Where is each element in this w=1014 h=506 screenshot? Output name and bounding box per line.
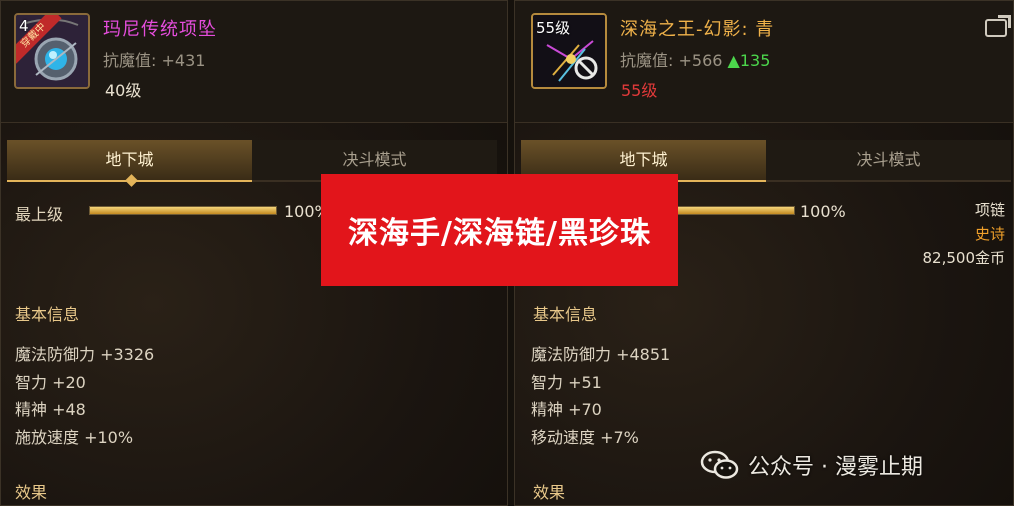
- item-level: 40级: [105, 81, 142, 100]
- stat-magic-defense: 魔法防御力 +3326: [15, 345, 155, 364]
- tab-dungeon-label: 地下城: [619, 150, 668, 169]
- stat-magic-defense: 魔法防御力 +4851: [531, 345, 671, 364]
- stats-list: 魔法防御力 +3326 智力 +20 精神 +48 施放速度 +10%: [15, 341, 154, 451]
- tab-pvp-label: 决斗模式: [342, 150, 407, 169]
- item-name: 玛尼传统项坠: [103, 19, 217, 40]
- effect-title: 效果: [533, 483, 566, 502]
- item-level: 55级: [621, 81, 658, 100]
- stat-spirit: 精神 +70: [531, 400, 602, 419]
- tab-pvp[interactable]: 决斗模式: [766, 140, 1011, 182]
- banner-text: 深海手/深海链/黑珍珠: [348, 216, 651, 251]
- wechat-icon: [700, 450, 739, 479]
- basic-info-title: 基本信息: [533, 305, 598, 324]
- watermark-text: 公众号 · 漫雾止期: [748, 455, 923, 480]
- grade-progress-fill: [90, 207, 276, 214]
- stat-move-speed: 移动速度 +7%: [531, 427, 639, 447]
- item-slot: 项链: [974, 201, 1005, 219]
- item-price: 82,500金币: [922, 249, 1006, 267]
- grade-label: 最上级: [15, 205, 64, 224]
- active-tab-indicator: [125, 174, 138, 187]
- resist-row: 抗魔值: +566 ▲135: [620, 47, 770, 71]
- tab-dungeon[interactable]: 地下城: [7, 140, 252, 187]
- grade-progress-bar: [89, 206, 277, 215]
- item-name: 深海之王-幻影: 青: [620, 19, 775, 40]
- item-icon[interactable]: 4 穿戴中: [14, 13, 90, 89]
- effect-title: 效果: [15, 483, 48, 502]
- stats-list: 魔法防御力 +4851 智力 +51 精神 +70 移动速度 +7%: [531, 341, 670, 451]
- share-icon[interactable]: [985, 15, 1011, 37]
- icon-level: 55级: [536, 19, 571, 37]
- basic-info-title: 基本信息: [15, 305, 80, 324]
- stat-intelligence: 智力 +20: [15, 372, 86, 392]
- stat-cast-speed: 施放速度 +10%: [15, 427, 134, 447]
- resist-value: 抗魔值: +431: [103, 51, 206, 70]
- item-header: 55级 深海之王-幻影: 青 抗魔值: +566 ▲135 55级: [515, 1, 1013, 123]
- prohibited-icon: [574, 56, 598, 80]
- tab-dungeon-label: 地下城: [105, 150, 154, 169]
- resist-bonus: ▲135: [727, 51, 771, 70]
- item-icon[interactable]: 55级: [531, 13, 607, 89]
- watermark: 公众号 · 漫雾止期: [700, 445, 923, 485]
- resist-value: 抗魔值: +566: [620, 51, 723, 70]
- stat-intelligence: 智力 +51: [531, 372, 602, 392]
- item-header: 4 穿戴中 玛尼传统项坠 抗魔值: +431 40级: [1, 1, 507, 123]
- grade-percent: 100%: [800, 202, 846, 221]
- stat-spirit: 精神 +48: [15, 400, 86, 419]
- item-rarity: 史诗: [974, 225, 1005, 243]
- overlay-banner: 深海手/深海链/黑珍珠: [321, 174, 678, 286]
- tab-pvp-label: 决斗模式: [856, 150, 921, 169]
